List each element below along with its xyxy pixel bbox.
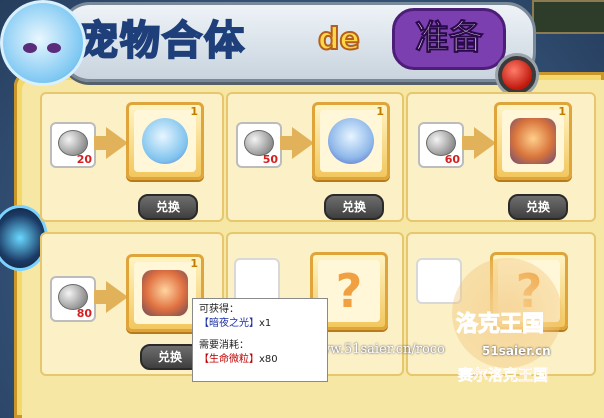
book-item-icon (510, 118, 556, 164)
ghost-pet-icon (142, 118, 188, 164)
arrow-icon (292, 127, 314, 159)
tooltip-cost-item: 【生命微粒】 (199, 354, 259, 365)
page-title: 宠物合体 (77, 17, 246, 65)
scroll-item-icon (142, 270, 188, 316)
mascot-icon (0, 0, 86, 86)
watermark-url: www.51saier.cn/roco (308, 342, 445, 357)
arrow-icon (474, 127, 496, 159)
tooltip-cost-qty: x80 (259, 354, 278, 365)
lamp-item-icon (328, 118, 374, 164)
tooltip-cost-line: 【生命微粒】x80 (199, 353, 321, 367)
cost-value: 20 (76, 153, 92, 166)
cost-value: 60 (444, 153, 460, 166)
item-quantity: 1 (190, 257, 198, 270)
item-quantity: 1 (558, 105, 566, 118)
cost-value: 50 (262, 153, 278, 166)
cost-value: 80 (76, 307, 92, 320)
arrow-icon (106, 281, 128, 313)
item-quantity: 1 (376, 105, 384, 118)
item-quantity: 1 (190, 105, 198, 118)
item-box[interactable]: 1 (312, 102, 390, 180)
exchange-button[interactable]: 兑换 (508, 194, 568, 220)
title-de: de (317, 21, 361, 58)
cost-box: 80 (50, 276, 96, 322)
cost-box: 50 (236, 122, 282, 168)
tooltip-obtain-item: 【暗夜之光】 (199, 318, 259, 329)
close-button[interactable] (498, 56, 536, 94)
tooltip-obtain-label: 可获得： (199, 304, 239, 315)
exchange-button[interactable]: 兑换 (138, 194, 198, 220)
cost-box: 20 (50, 122, 96, 168)
watermark-brand: 洛克王国 (455, 312, 545, 338)
item-box[interactable]: 1 (494, 102, 572, 180)
tooltip-cost-label: 需要消耗： (199, 340, 249, 351)
watermark-site: 51saier.cn (482, 344, 551, 358)
exchange-button[interactable]: 兑换 (324, 194, 384, 220)
arrow-icon (106, 127, 128, 159)
title-prep: 准备 (392, 8, 506, 70)
watermark-slogan: 赛尔洛克王国 (458, 366, 549, 385)
corner-decoration (532, 0, 604, 34)
item-tooltip: 可获得： 【暗夜之光】x1 需要消耗： 【生命微粒】x80 (192, 298, 328, 382)
cost-box: 60 (418, 122, 464, 168)
item-box[interactable]: 1 (126, 102, 204, 180)
exchange-button[interactable]: 兑换 (140, 344, 200, 370)
tooltip-obtain-qty: x1 (259, 318, 272, 329)
tooltip-obtain-line: 【暗夜之光】x1 (199, 317, 321, 331)
